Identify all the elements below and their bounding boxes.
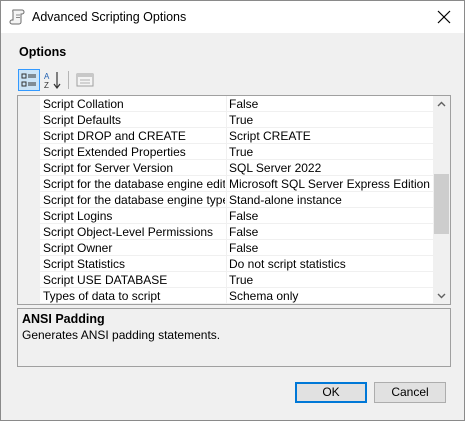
property-name: Script Owner (43, 241, 113, 255)
alphabetical-button[interactable]: A Z (42, 69, 64, 91)
column-divider[interactable] (226, 240, 227, 256)
scroll-up-button[interactable] (433, 96, 450, 113)
vertical-scrollbar[interactable] (433, 96, 450, 304)
property-value[interactable]: False (229, 241, 258, 255)
property-grid-toolbar: A Z (17, 67, 457, 93)
script-icon (9, 8, 27, 26)
close-button[interactable] (424, 1, 464, 33)
description-panel: ANSI Padding Generates ANSI padding stat… (17, 308, 451, 367)
property-row[interactable]: Script Extended Properties True (40, 144, 433, 160)
column-divider[interactable] (226, 256, 227, 272)
property-value[interactable]: Microsoft SQL Server Express Edition (229, 177, 430, 191)
property-value[interactable]: Script CREATE (229, 129, 311, 143)
cancel-button[interactable]: Cancel (374, 382, 446, 403)
property-name: Script Statistics (43, 257, 126, 271)
property-row[interactable]: Script for the database engine edition Mi… (40, 176, 433, 192)
column-divider[interactable] (226, 160, 227, 176)
column-divider[interactable] (226, 112, 227, 128)
scroll-down-button[interactable] (433, 287, 450, 304)
property-pages-button[interactable] (74, 69, 96, 91)
ok-button[interactable]: OK (295, 382, 367, 403)
property-name: Script for Server Version (43, 161, 174, 175)
chevron-up-icon (437, 101, 446, 107)
property-value[interactable]: True (229, 273, 253, 287)
property-value[interactable]: True (229, 113, 253, 127)
column-divider[interactable] (226, 96, 227, 112)
description-text: Generates ANSI padding statements. (22, 328, 221, 342)
scrollbar-thumb[interactable] (434, 174, 449, 234)
property-row[interactable]: Script Owner False (40, 240, 433, 256)
column-divider[interactable] (226, 192, 227, 208)
categorized-icon (21, 73, 36, 87)
property-name: Types of data to script (43, 289, 161, 303)
property-grid-gutter (18, 96, 40, 304)
categorized-button[interactable] (18, 69, 40, 91)
property-row[interactable]: Script DROP and CREATE Script CREATE (40, 128, 433, 144)
property-grid: Script Collation False Script Defaults True… (17, 95, 451, 305)
description-title: ANSI Padding (22, 312, 105, 326)
property-value[interactable]: Do not script statistics (229, 257, 346, 271)
property-name: Script Defaults (43, 113, 122, 127)
property-value[interactable]: Schema only (229, 289, 298, 303)
property-name: Script Collation (43, 97, 124, 111)
title-bar: Advanced Scripting Options (1, 1, 464, 33)
advanced-scripting-options-dialog: Advanced Scripting Options Options A Z S… (0, 0, 465, 421)
property-row[interactable]: Script for the database engine type Stand… (40, 192, 433, 208)
sort-alphabetical-icon: A Z (44, 72, 61, 90)
property-name: Script Object-Level Permissions (43, 225, 214, 239)
property-row[interactable]: Script USE DATABASE True (40, 272, 433, 288)
property-row[interactable]: Script for Server Version SQL Server 2022 (40, 160, 433, 176)
property-value[interactable]: True (229, 145, 253, 159)
column-divider[interactable] (226, 176, 227, 192)
property-name: Script for the database engine edition (43, 177, 225, 191)
property-row[interactable]: Script Defaults True (40, 112, 433, 128)
svg-text:A: A (44, 72, 50, 81)
chevron-down-icon (437, 293, 446, 299)
svg-text:Z: Z (44, 81, 49, 90)
property-value[interactable]: False (229, 209, 258, 223)
property-row[interactable]: Script Object-Level Permissions False (40, 224, 433, 240)
window-title: Advanced Scripting Options (32, 10, 187, 24)
column-divider[interactable] (226, 144, 227, 160)
property-name: Script Extended Properties (43, 145, 186, 159)
toolbar-separator (68, 71, 69, 89)
property-row[interactable]: Script Statistics Do not script statistic… (40, 256, 433, 272)
property-row[interactable]: Types of data to script Schema only (40, 288, 433, 304)
property-pages-icon (76, 73, 94, 87)
column-divider[interactable] (226, 272, 227, 288)
close-icon (437, 10, 451, 24)
property-value[interactable]: SQL Server 2022 (229, 161, 321, 175)
property-value[interactable]: False (229, 225, 258, 239)
property-list: Script Collation False Script Defaults True… (40, 96, 433, 304)
property-row[interactable]: Script Collation False (40, 96, 433, 112)
column-divider[interactable] (226, 224, 227, 240)
options-heading: Options (19, 45, 67, 59)
column-divider[interactable] (226, 288, 227, 304)
property-name: Script DROP and CREATE (43, 129, 186, 143)
column-divider[interactable] (226, 208, 227, 224)
property-name: Script USE DATABASE (43, 273, 168, 287)
property-value[interactable]: Stand-alone instance (229, 193, 342, 207)
property-value[interactable]: False (229, 97, 258, 111)
column-divider[interactable] (226, 128, 227, 144)
property-row[interactable]: Script Logins False (40, 208, 433, 224)
property-name: Script for the database engine type (43, 193, 225, 207)
property-name: Script Logins (43, 209, 113, 223)
